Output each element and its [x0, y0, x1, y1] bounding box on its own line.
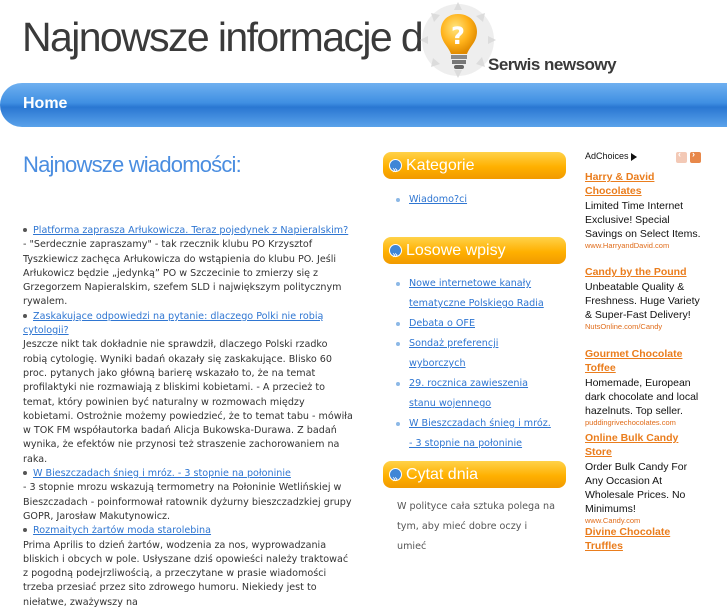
news-link[interactable]: W Bieszczadach śnieg i mróz. - 3 stopnie…	[33, 468, 291, 479]
quote-widget-title: Cytat dnia	[383, 461, 566, 493]
double-arrow-icon	[389, 466, 402, 493]
ad-prev-button[interactable]	[676, 149, 687, 163]
random-post-item: Nowe internetowe kanały tematyczne Polsk…	[396, 274, 556, 314]
news-item: W Bieszczadach śnieg i mróz. - 3 stopnie…	[23, 467, 353, 524]
categories-list: Wiadomo?ci	[396, 190, 556, 210]
random-post-link[interactable]: W Bieszczadach śnieg i mróz. - 3 stopnie…	[409, 418, 551, 449]
site-title[interactable]: Najnowsze informacje dnia	[22, 14, 474, 61]
ad-text: Homemade, European dark chocolate and lo…	[585, 377, 699, 417]
random-post-link[interactable]: Sondaż preferencji wyborczych	[409, 338, 498, 369]
random-posts-list: Nowe internetowe kanały tematyczne Polsk…	[396, 274, 556, 454]
random-post-item: W Bieszczadach śnieg i mróz. - 3 stopnie…	[396, 414, 556, 454]
ad-unit[interactable]: Online Bulk Candy Store Order Bulk Candy…	[585, 431, 707, 526]
ad-unit[interactable]: Divine Chocolate Truffles	[585, 525, 707, 553]
bullet-icon	[23, 471, 27, 476]
site-subtitle: Serwis newsowy	[488, 55, 617, 74]
news-item: Rozmaitych żartów moda starolebina Prima…	[23, 524, 353, 610]
categories-widget-title: Kategorie	[383, 152, 566, 184]
category-item: Wiadomo?ci	[396, 190, 556, 210]
categories-title: Kategorie	[406, 157, 475, 174]
news-heading: Najnowsze wiadomości:	[23, 152, 242, 177]
lightbulb-question-icon: ?	[420, 2, 496, 78]
random-post-link[interactable]: Nowe internetowe kanały tematyczne Polsk…	[409, 278, 544, 309]
quote-title: Cytat dnia	[406, 466, 479, 483]
ad-url[interactable]: NutsOnline.com/Candy	[585, 322, 707, 332]
ad-title[interactable]: Harry & David Chocolates	[585, 170, 707, 198]
ad-next-button[interactable]	[690, 149, 701, 163]
news-list: Platforma zaprasza Arłukowicza. Teraz po…	[23, 224, 353, 610]
svg-text:?: ?	[451, 22, 465, 50]
news-body: - 3 stopnie mrozu wskazują termometry na…	[23, 482, 352, 522]
ad-url[interactable]: www.HarryandDavid.com	[585, 241, 707, 251]
bullet-icon	[23, 228, 27, 232]
ad-text: Limited Time Internet Exclusive! Special…	[585, 200, 701, 240]
bullet-icon	[23, 313, 27, 318]
ad-unit[interactable]: Gourmet Chocolate Toffee Homemade, Europ…	[585, 347, 707, 428]
double-arrow-icon	[389, 157, 402, 184]
nav-home-link[interactable]: Home	[23, 95, 67, 113]
site-header: Najnowsze informacje dnia ? Serwis newso…	[0, 0, 727, 82]
random-post-item: Sondaż preferencji wyborczych	[396, 334, 556, 374]
random-post-item: Debata o OFE	[396, 314, 556, 334]
adchoices-icon	[630, 152, 637, 161]
random-post-link[interactable]: Debata o OFE	[409, 318, 475, 329]
news-body: - "Serdecznie zapraszamy" - tak rzecznik…	[23, 239, 342, 308]
news-item: Zaskakujące odpowiedzi na pytanie: dlacz…	[23, 310, 353, 467]
news-item: Platforma zaprasza Arłukowicza. Teraz po…	[23, 224, 353, 310]
ad-text: Unbeatable Quality & Freshness. Huge Var…	[585, 281, 700, 321]
double-arrow-icon	[389, 242, 402, 269]
random-post-link[interactable]: 29. rocznica zawieszenia stanu wojennego	[409, 378, 528, 409]
ad-title[interactable]: Divine Chocolate Truffles	[585, 525, 707, 553]
adchoices-label[interactable]: AdChoices	[585, 151, 637, 161]
news-link[interactable]: Zaskakujące odpowiedzi na pytanie: dlacz…	[23, 311, 323, 336]
ad-unit[interactable]: Candy by the Pound Unbeatable Quality & …	[585, 265, 707, 332]
ad-title[interactable]: Gourmet Chocolate Toffee	[585, 347, 707, 375]
quote-text: W polityce cała sztuka polega na tym, ab…	[397, 501, 555, 552]
news-link[interactable]: Platforma zaprasza Arłukowicza. Teraz po…	[33, 225, 348, 236]
random-posts-widget-title: Losowe wpisy	[383, 237, 566, 269]
random-post-item: 29. rocznica zawieszenia stanu wojennego	[396, 374, 556, 414]
bullet-icon	[23, 528, 27, 533]
news-link[interactable]: Rozmaitych żartów moda starolebina	[33, 525, 211, 536]
ad-title[interactable]: Candy by the Pound	[585, 265, 707, 279]
category-link[interactable]: Wiadomo?ci	[409, 194, 467, 205]
ad-url[interactable]: puddingrivechocolates.com	[585, 418, 707, 428]
ad-unit[interactable]: Harry & David Chocolates Limited Time In…	[585, 170, 707, 251]
ad-title[interactable]: Online Bulk Candy Store	[585, 431, 707, 459]
main-nav: Home	[0, 83, 727, 127]
ad-text: Order Bulk Candy For Any Occasion At Who…	[585, 461, 688, 515]
news-body: Jeszcze nikt tak dokładnie nie sprawdził…	[23, 339, 353, 465]
random-posts-title: Losowe wpisy	[406, 242, 506, 259]
news-body: Prima Aprilis to dzień żartów, wodzenia …	[23, 539, 349, 608]
